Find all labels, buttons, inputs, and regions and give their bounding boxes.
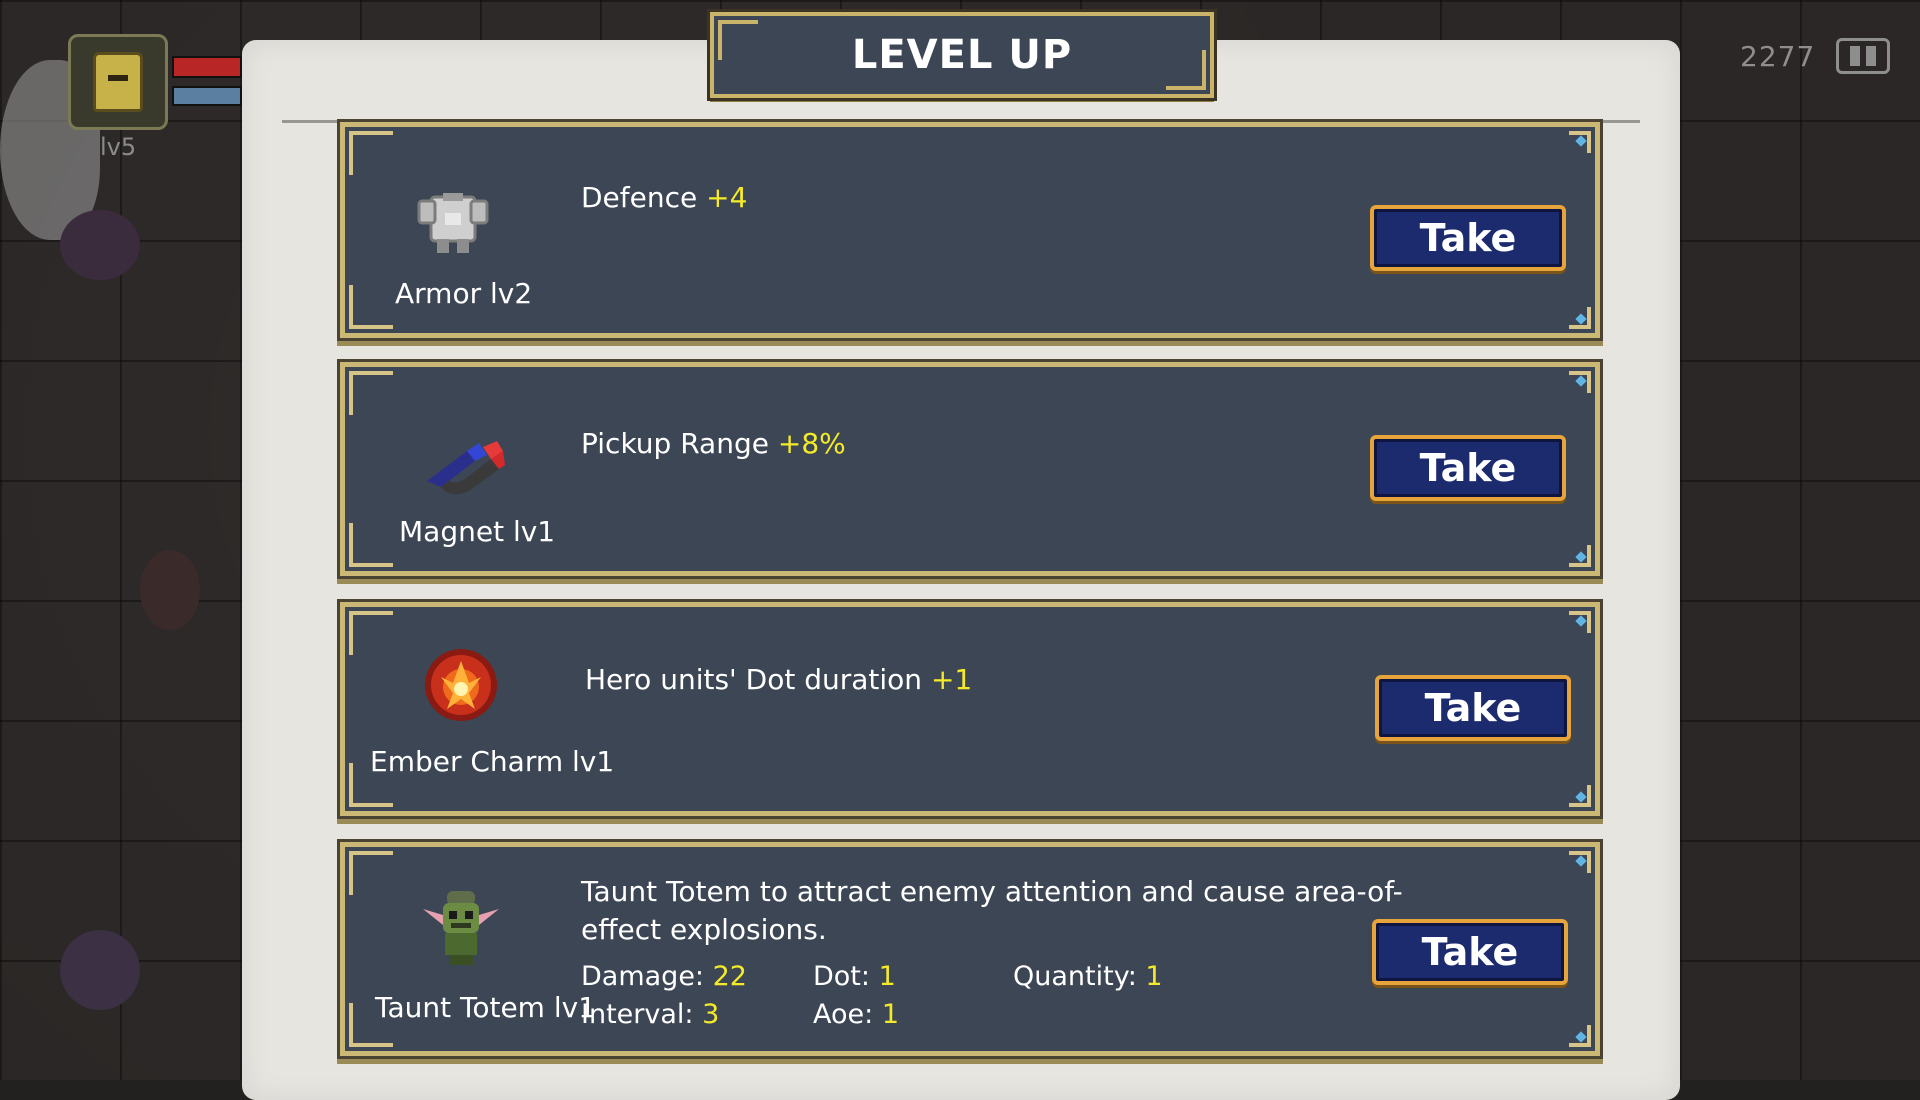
item-description: Pickup Range +8% (581, 427, 846, 460)
page-title: LEVEL UP (851, 32, 1073, 78)
stat-quantity: Quantity: 1 (1013, 961, 1163, 992)
item-name: Armor lv2 (395, 277, 533, 310)
hero-level: lv5 (100, 133, 137, 161)
upgrade-card-armor: Armor lv2 Defence +4 Take (340, 122, 1600, 338)
pause-button[interactable] (1836, 38, 1890, 74)
stat-dot: Dot: 1 (813, 961, 896, 992)
item-description-line1: Taunt Totem to attract enemy attention a… (581, 875, 1403, 908)
mana-bar (172, 86, 242, 106)
hero-portrait (68, 34, 168, 130)
upgrade-card-taunt-totem: Taunt Totem lv1 Taunt Totem to attract e… (340, 842, 1600, 1056)
health-bar (172, 56, 242, 78)
stat-damage: Damage: 22 (581, 961, 747, 992)
enemy-shadow (140, 550, 200, 630)
stat-interval: Interval: 3 (581, 999, 720, 1030)
pause-icon (1866, 46, 1876, 66)
title-banner: LEVEL UP (707, 9, 1217, 101)
item-name: Ember Charm lv1 (370, 745, 615, 778)
helmet-icon (93, 52, 143, 112)
item-name: Magnet lv1 (399, 515, 556, 548)
upgrade-card-ember-charm: Ember Charm lv1 Hero units' Dot duration… (340, 602, 1600, 816)
item-description: Hero units' Dot duration +1 (585, 663, 973, 696)
take-button[interactable]: Take (1370, 205, 1566, 271)
stat-aoe: Aoe: 1 (813, 999, 899, 1030)
enemy-shadow (60, 930, 140, 1010)
taunt-totem-icon (423, 891, 499, 965)
upgrade-card-magnet: Magnet lv1 Pickup Range +8% Take (340, 362, 1600, 576)
enemy-shadow (60, 210, 140, 280)
armor-icon (417, 193, 489, 253)
item-name: Taunt Totem lv1 (375, 991, 597, 1024)
take-button[interactable]: Take (1372, 919, 1568, 985)
ember-charm-icon (425, 649, 497, 721)
magnet-icon (427, 441, 505, 495)
item-description: Defence +4 (581, 181, 748, 214)
take-button[interactable]: Take (1375, 675, 1571, 741)
item-description-line2: effect explosions. (581, 913, 827, 946)
take-button[interactable]: Take (1370, 435, 1566, 501)
pause-icon (1850, 46, 1860, 66)
score-counter: 2277 (1740, 40, 1816, 73)
